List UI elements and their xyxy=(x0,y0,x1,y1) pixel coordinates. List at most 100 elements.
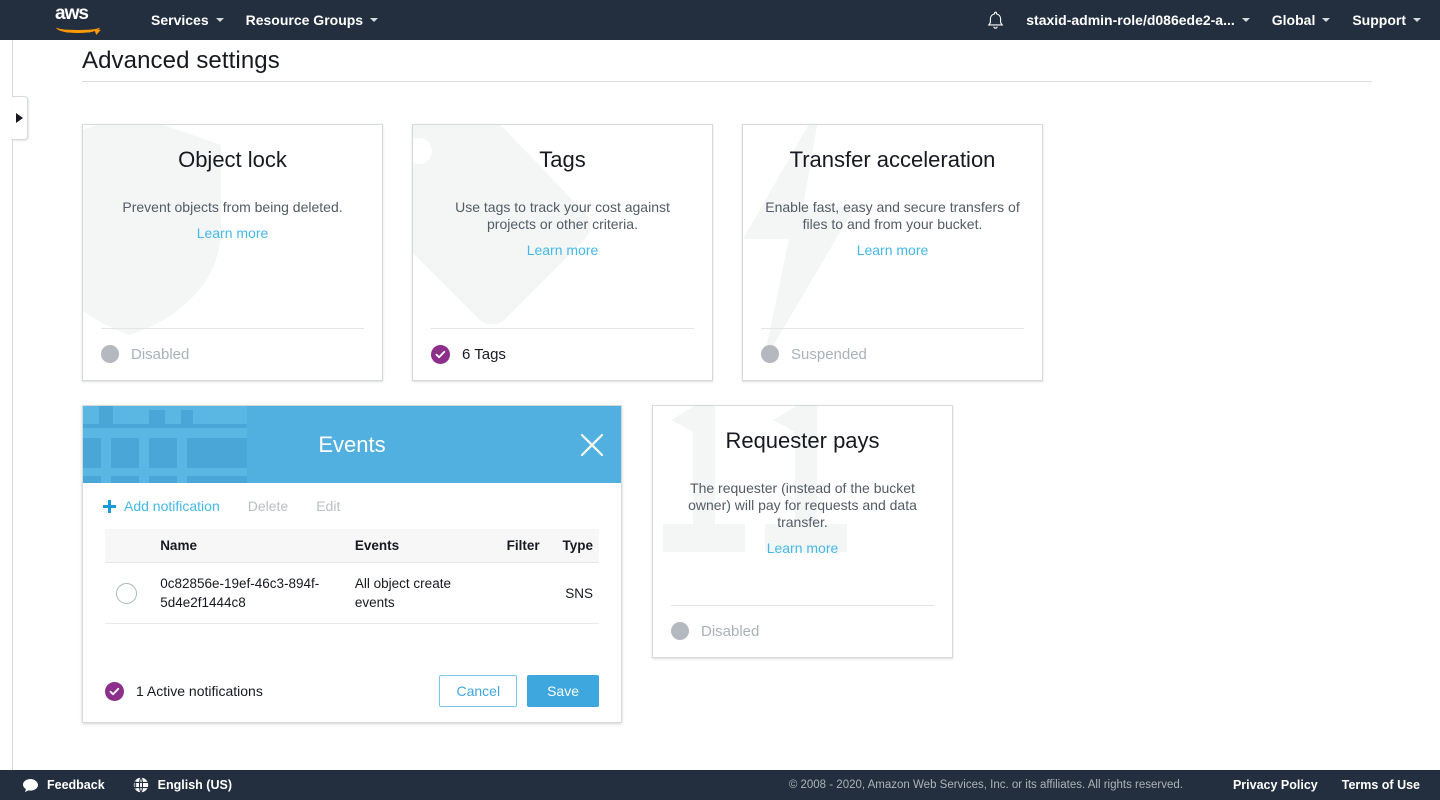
nav-resource-groups-label: Resource Groups xyxy=(245,12,364,28)
nav-support-label: Support xyxy=(1352,12,1406,28)
card-object-lock-footer: Disabled xyxy=(83,328,382,380)
card-requester-pays-description: The requester (instead of the bucket own… xyxy=(688,480,917,530)
table-row[interactable]: 0c82856e-19ef-46c3-894f-5d4e2f1444c8 All… xyxy=(105,562,599,624)
nav-region-menu[interactable]: Global xyxy=(1261,0,1342,40)
row-radio-button[interactable] xyxy=(116,582,137,604)
card-tags[interactable]: Tags Use tags to track your cost against… xyxy=(412,124,713,381)
chevron-right-icon xyxy=(16,113,23,123)
globe-icon xyxy=(133,777,150,794)
card-transfer-acceleration-description: Enable fast, easy and secure transfers o… xyxy=(765,199,1020,232)
events-panel-footer: 1 Active notifications Cancel Save xyxy=(83,660,621,722)
language-selector[interactable]: English (US) xyxy=(133,777,232,794)
add-notification-button[interactable]: Add notification xyxy=(103,498,220,514)
card-object-lock-body: Object lock Prevent objects from being d… xyxy=(83,125,382,243)
status-dot-icon xyxy=(761,345,779,363)
card-object-lock-learn-more[interactable]: Learn more xyxy=(197,225,269,241)
card-object-lock-status: Disabled xyxy=(131,345,190,363)
copyright-text: © 2008 - 2020, Amazon Web Services, Inc.… xyxy=(788,779,1183,791)
card-transfer-acceleration-status: Suspended xyxy=(791,345,867,363)
card-tags-title: Tags xyxy=(539,147,586,172)
events-panel: Events Add notification Delete Edit Name… xyxy=(82,405,622,723)
table-cell-select xyxy=(105,562,155,624)
card-requester-pays-learn-more[interactable]: Learn more xyxy=(767,540,839,556)
edit-button: Edit xyxy=(316,498,341,514)
top-nav-left-group: Services Resource Groups xyxy=(140,0,389,40)
active-notifications-status: 1 Active notifications xyxy=(136,683,263,699)
nav-resource-groups[interactable]: Resource Groups xyxy=(235,0,389,40)
main-content: Advanced settings Object lock Prevent ob… xyxy=(14,40,1440,770)
table-header-row: Name Events Filter Type xyxy=(105,529,599,563)
feedback-button[interactable]: Feedback xyxy=(22,777,105,794)
privacy-policy-link[interactable]: Privacy Policy xyxy=(1233,778,1318,792)
bell-icon[interactable] xyxy=(975,0,1015,40)
status-dot-icon xyxy=(671,622,689,640)
bottom-bar: Feedback English (US) © 2008 - 2020, Ama… xyxy=(0,770,1440,800)
chevron-down-icon xyxy=(215,18,224,22)
card-tags-status: 6 Tags xyxy=(462,345,506,363)
plus-icon xyxy=(103,499,116,513)
card-object-lock-description: Prevent objects from being deleted. xyxy=(122,199,343,215)
events-toolbar: Add notification Delete Edit xyxy=(83,483,621,529)
card-tags-footer: 6 Tags xyxy=(413,328,712,380)
terms-of-use-link[interactable]: Terms of Use xyxy=(1342,778,1420,792)
sidebar-expand-toggle[interactable] xyxy=(12,96,28,140)
top-navigation-bar: aws Services Resource Groups staxid-admi… xyxy=(0,0,1440,40)
card-transfer-acceleration-body: Transfer acceleration Enable fast, easy … xyxy=(743,125,1042,260)
close-icon[interactable] xyxy=(577,430,607,460)
card-tags-learn-more[interactable]: Learn more xyxy=(527,242,599,258)
save-button[interactable]: Save xyxy=(527,675,599,707)
aws-logo[interactable]: aws xyxy=(55,3,105,35)
chevron-down-icon xyxy=(370,18,379,22)
table-cell-filter xyxy=(482,562,546,624)
delete-button: Delete xyxy=(247,498,289,514)
status-check-icon xyxy=(431,344,450,364)
chevron-down-icon xyxy=(1241,18,1250,22)
card-requester-pays[interactable]: Requester pays The requester (instead of… xyxy=(652,405,953,658)
language-label: English (US) xyxy=(157,778,232,792)
card-transfer-acceleration[interactable]: Transfer acceleration Enable fast, easy … xyxy=(742,124,1043,381)
card-requester-pays-status: Disabled xyxy=(701,622,760,640)
bottom-bar-left: Feedback English (US) xyxy=(22,777,260,794)
notifications-table: Name Events Filter Type 0c82856e-19ef-46… xyxy=(105,529,599,624)
chevron-down-icon xyxy=(1413,18,1421,22)
card-object-lock[interactable]: Object lock Prevent objects from being d… xyxy=(82,124,383,381)
nav-account-label: staxid-admin-role/d086ede2-a... xyxy=(1026,12,1235,28)
title-divider xyxy=(82,81,1372,82)
events-footer-buttons: Cancel Save xyxy=(439,675,599,707)
table-cell-events: All object create events xyxy=(348,562,483,624)
card-requester-pays-title: Requester pays xyxy=(725,428,880,453)
chevron-down-icon xyxy=(1322,18,1331,22)
feedback-label: Feedback xyxy=(47,778,105,792)
card-transfer-acceleration-footer: Suspended xyxy=(743,328,1042,380)
speech-bubble-icon xyxy=(22,777,39,794)
notifications-table-head: Name Events Filter Type xyxy=(105,529,599,563)
events-panel-header: Events xyxy=(83,406,621,483)
nav-services-label: Services xyxy=(151,12,209,28)
table-header-events: Events xyxy=(348,529,483,563)
card-transfer-acceleration-learn-more[interactable]: Learn more xyxy=(857,242,929,258)
card-requester-pays-body: Requester pays The requester (instead of… xyxy=(653,406,952,558)
card-requester-pays-footer: Disabled xyxy=(653,605,952,657)
nav-region-label: Global xyxy=(1271,12,1316,28)
table-header-select xyxy=(105,529,155,563)
events-panel-title: Events xyxy=(318,432,386,457)
top-nav-right-group: staxid-admin-role/d086ede2-a... Global S… xyxy=(975,0,1432,40)
table-header-filter: Filter xyxy=(482,529,546,563)
card-transfer-acceleration-title: Transfer acceleration xyxy=(789,147,996,172)
table-header-type: Type xyxy=(545,529,599,563)
cancel-button[interactable]: Cancel xyxy=(439,675,518,707)
card-object-lock-title: Object lock xyxy=(178,147,287,172)
table-header-name: Name xyxy=(154,529,349,563)
nav-account-menu[interactable]: staxid-admin-role/d086ede2-a... xyxy=(1015,0,1261,40)
aws-smile-icon xyxy=(56,21,100,33)
nav-services[interactable]: Services xyxy=(140,0,235,40)
notifications-table-body: 0c82856e-19ef-46c3-894f-5d4e2f1444c8 All… xyxy=(105,562,599,624)
table-cell-name: 0c82856e-19ef-46c3-894f-5d4e2f1444c8 xyxy=(154,562,349,624)
table-cell-type: SNS xyxy=(545,562,599,624)
bottom-bar-right: © 2008 - 2020, Amazon Web Services, Inc.… xyxy=(789,778,1420,792)
card-tags-body: Tags Use tags to track your cost against… xyxy=(413,125,712,260)
nav-support-menu[interactable]: Support xyxy=(1341,0,1432,40)
add-notification-label: Add notification xyxy=(124,498,220,514)
status-dot-icon xyxy=(101,345,119,363)
card-tags-description: Use tags to track your cost against proj… xyxy=(455,199,670,232)
